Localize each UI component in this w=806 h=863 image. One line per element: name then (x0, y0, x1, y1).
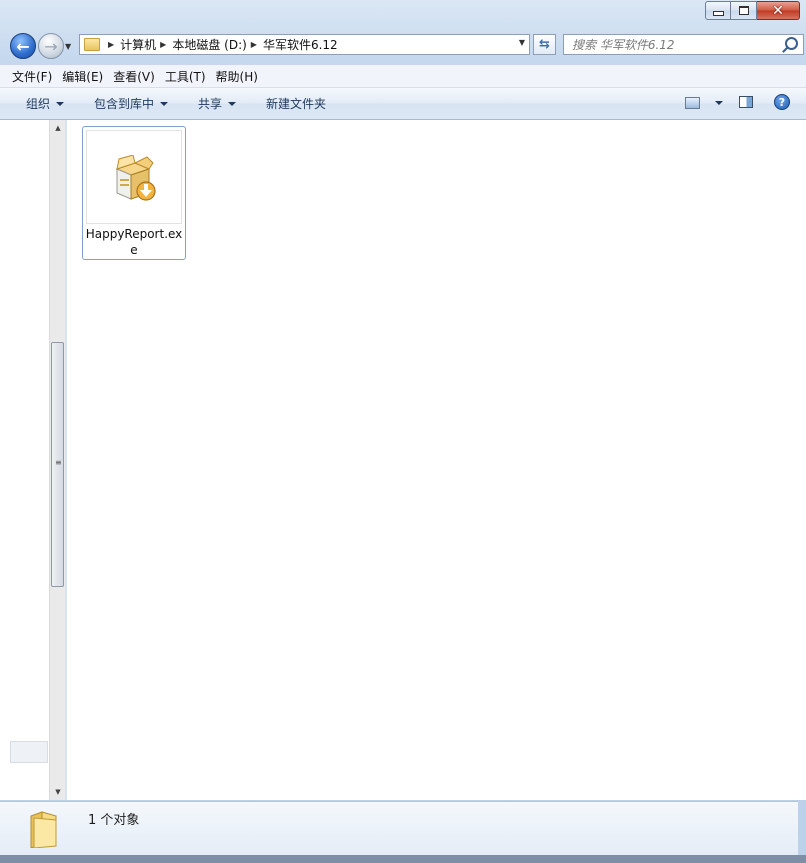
maximize-button[interactable] (731, 1, 757, 20)
organize-label: 组织 (26, 97, 51, 111)
help-icon[interactable]: ? (774, 94, 790, 110)
file-name: HappyReport.exe (85, 227, 183, 257)
minimize-button[interactable] (705, 1, 731, 20)
file-item[interactable]: HappyReport.exe (82, 126, 186, 260)
item-count: 1 个对象 (88, 813, 140, 828)
close-button[interactable]: ✕ (757, 1, 800, 20)
preview-pane-icon[interactable] (739, 96, 753, 108)
back-button[interactable]: ← (10, 33, 36, 59)
explorer-window: ✕ ← → ▼ ▶ 计算机 ▶ 本地磁盘 (D:) ▶ 华军软件6.12 ▼ ⇆… (0, 0, 806, 863)
help-glyph: ? (778, 95, 786, 109)
share-button[interactable]: 共享 (198, 95, 237, 112)
new-folder-label: 新建文件夹 (266, 97, 327, 111)
installer-box-icon (115, 155, 156, 201)
menu-tools[interactable]: 工具(T) (161, 68, 212, 85)
scrollbar-thumb[interactable]: ≡ (51, 342, 64, 587)
change-view-icon[interactable] (685, 97, 700, 109)
menu-bar: 文件(F) 编辑(E) 查看(V) 工具(T) 帮助(H) (0, 65, 806, 88)
search-icon[interactable] (785, 37, 798, 50)
details-pane: 1 个对象 (0, 801, 798, 856)
view-dropdown-icon[interactable] (715, 101, 723, 105)
address-bar[interactable]: ▶ 计算机 ▶ 本地磁盘 (D:) ▶ 华军软件6.12 ▼ (79, 34, 530, 55)
navigation-buttons: ← → ▼ (10, 33, 71, 59)
close-icon: ✕ (772, 2, 784, 19)
chevron-down-icon (56, 101, 65, 106)
file-thumbnail (86, 130, 182, 224)
minimize-icon (712, 11, 724, 16)
breadcrumb-computer[interactable]: 计算机 (120, 36, 156, 53)
forward-arrow-icon: → (44, 36, 58, 56)
breadcrumb-separator-icon[interactable]: ▶ (108, 40, 114, 49)
search-input[interactable] (564, 35, 777, 54)
maximize-icon (738, 6, 749, 15)
breadcrumb-separator-icon[interactable]: ▶ (251, 40, 257, 49)
organize-button[interactable]: 组织 (26, 95, 65, 112)
chevron-down-icon (160, 101, 169, 106)
forward-button[interactable]: → (38, 33, 64, 59)
menu-help[interactable]: 帮助(H) (212, 68, 264, 85)
grip-icon: ≡ (55, 458, 62, 467)
menu-view[interactable]: 查看(V) (109, 68, 161, 85)
navigation-pane-item[interactable] (10, 741, 48, 763)
search-box[interactable] (563, 34, 804, 55)
address-dropdown-icon[interactable]: ▼ (519, 38, 525, 47)
breadcrumb-separator-icon[interactable]: ▶ (160, 40, 166, 49)
caption-buttons: ✕ (705, 1, 800, 20)
folder-icon (30, 811, 57, 848)
back-arrow-icon: ← (16, 36, 30, 56)
chevron-down-icon (228, 101, 237, 106)
history-dropdown-icon[interactable]: ▼ (65, 42, 71, 51)
folder-icon (84, 38, 100, 51)
share-label: 共享 (198, 97, 223, 111)
menu-file[interactable]: 文件(F) (0, 68, 58, 85)
refresh-icon: ⇆ (539, 37, 550, 52)
breadcrumb-drive-d[interactable]: 本地磁盘 (D:) (172, 36, 246, 53)
navigation-pane[interactable] (0, 120, 50, 800)
breadcrumb-current-folder[interactable]: 华军软件6.12 (263, 36, 338, 53)
scroll-down-arrow-icon[interactable]: ▼ (50, 784, 66, 800)
navigation-pane-scrollbar[interactable]: ▲ ≡ ▼ (49, 120, 66, 800)
refresh-button[interactable]: ⇆ (533, 34, 556, 55)
include-in-library-button[interactable]: 包含到库中 (94, 95, 169, 112)
new-folder-button[interactable]: 新建文件夹 (266, 95, 326, 112)
include-in-library-label: 包含到库中 (94, 97, 155, 111)
taskbar-edge (0, 855, 806, 863)
scroll-up-arrow-icon[interactable]: ▲ (50, 120, 66, 136)
menu-edit[interactable]: 编辑(E) (58, 68, 109, 85)
